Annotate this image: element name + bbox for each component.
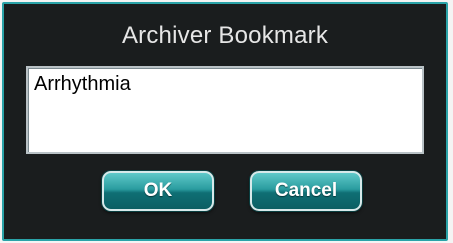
cancel-button[interactable]: Cancel <box>250 171 362 211</box>
dialog-title: Archiver Bookmark <box>121 22 329 49</box>
bookmark-name-input[interactable]: Arrhythmia <box>26 66 424 154</box>
ok-button[interactable]: OK <box>102 171 214 211</box>
archiver-bookmark-dialog: Archiver Bookmark Arrhythmia OK Cancel <box>2 2 448 241</box>
